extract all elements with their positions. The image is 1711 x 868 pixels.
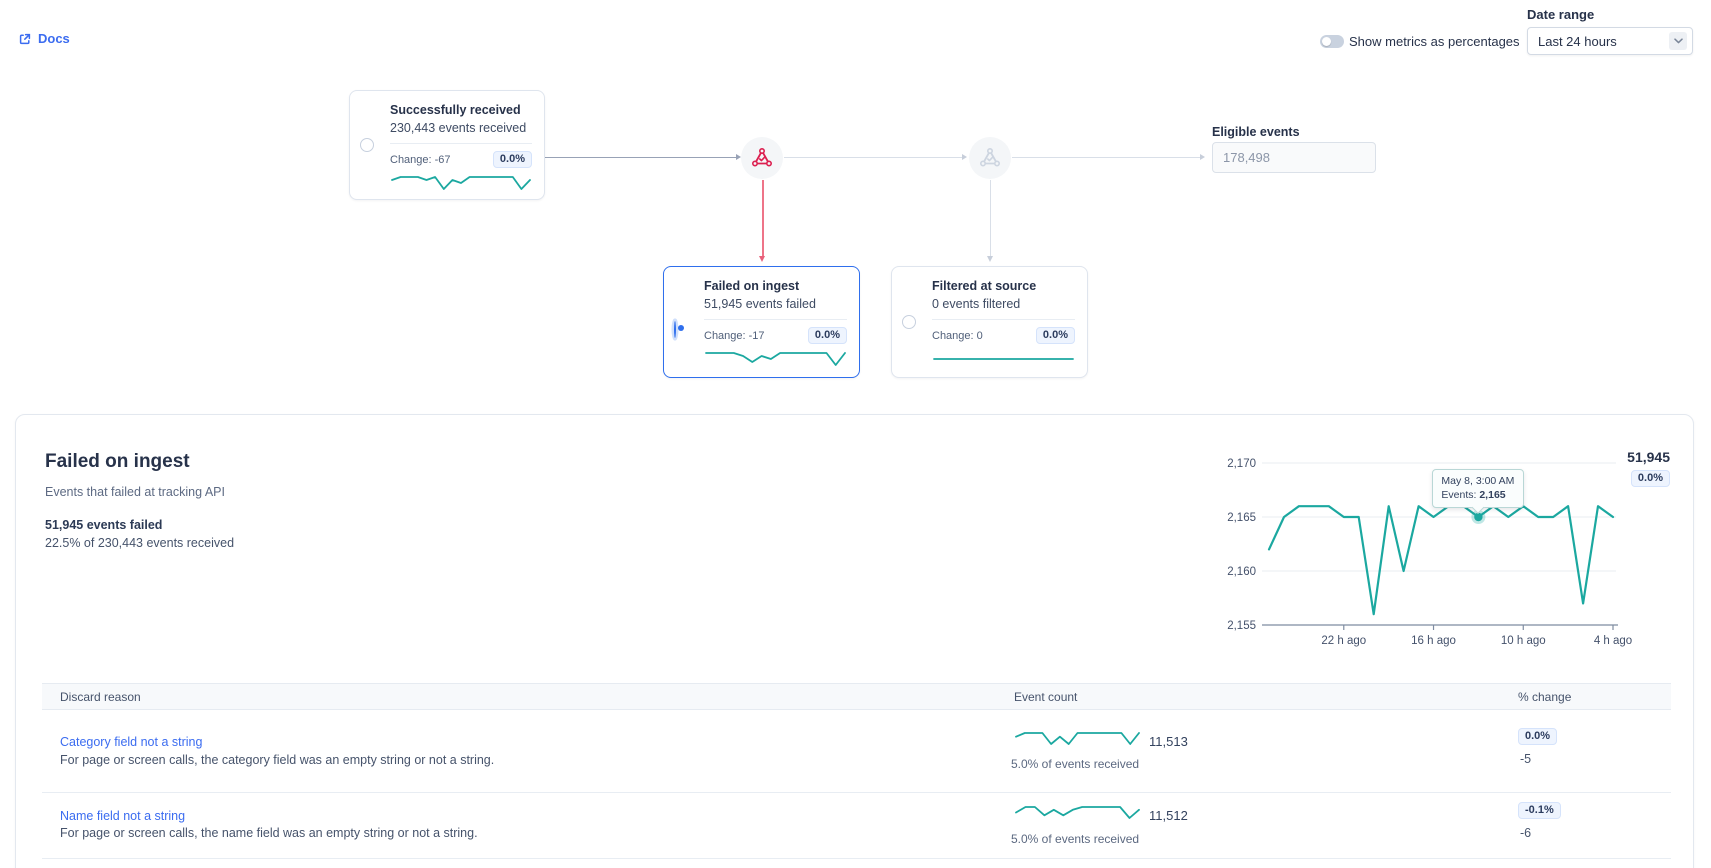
event-count-value: 11,512	[1149, 808, 1188, 823]
discard-reason-description: For page or screen calls, the category f…	[60, 753, 494, 767]
eligible-events-label: Eligible events	[1212, 125, 1300, 139]
connector-filter-to-eligible	[1012, 157, 1200, 158]
change-label: Change: -17	[704, 330, 765, 342]
date-range-value: Last 24 hours	[1538, 34, 1617, 49]
arrowhead-right-icon	[1200, 154, 1205, 160]
percent-change-badge: 0.0%	[1518, 728, 1557, 745]
toggle-knob	[1322, 37, 1331, 46]
table-header: Discard reason Event count % change	[42, 683, 1671, 710]
column-percent-change: % change	[1518, 684, 1571, 710]
toggle-label: Show metrics as percentages	[1349, 34, 1520, 49]
arrowhead-down-icon	[759, 256, 765, 262]
card-title: Successfully received	[390, 103, 532, 117]
tooltip-date: May 8, 3:00 AM	[1441, 474, 1523, 488]
flow-card-filtered[interactable]: Filtered at source 0 events filtered Cha…	[891, 266, 1088, 378]
event-count-percent: 5.0% of events received	[1011, 757, 1139, 771]
connector-received-to-ingest	[545, 157, 736, 158]
connector-ingest-to-filter	[784, 157, 962, 158]
svg-text:16 h ago: 16 h ago	[1411, 635, 1456, 647]
connector-ingest-to-failed	[762, 180, 764, 256]
svg-text:2,160: 2,160	[1227, 566, 1256, 578]
date-range-select[interactable]: Last 24 hours	[1527, 27, 1693, 55]
ingest-validation-node	[741, 137, 783, 179]
events-failed-stat: 51,945 events failed	[45, 518, 162, 532]
divider	[932, 319, 1075, 320]
column-discard-reason: Discard reason	[60, 684, 141, 710]
change-label: Change: 0	[932, 330, 983, 342]
card-title: Filtered at source	[932, 279, 1075, 293]
change-badge: 0.0%	[808, 327, 847, 344]
card-subtitle: 230,443 events received	[390, 121, 532, 135]
line-chart-canvas: 2,155 2,160 2,165 2,170 22 h ago 16 h ago 10 h…	[1156, 441, 1701, 656]
flow-card-received[interactable]: Successfully received 230,443 events rec…	[349, 90, 545, 200]
source-filter-node	[969, 137, 1011, 179]
events-chart[interactable]: 2,155 2,160 2,165 2,170 22 h ago 16 h ago 10 h…	[1156, 441, 1701, 656]
table-row: Category field not a string For page or …	[42, 709, 1671, 793]
divider	[704, 319, 847, 320]
percent-change-badge: -0.1%	[1518, 802, 1561, 819]
flow-card-failed[interactable]: Failed on ingest 51,945 events failed Ch…	[663, 266, 860, 378]
change-value: -6	[1520, 826, 1531, 840]
chart-tooltip: May 8, 3:00 AM Events: 2,165	[1432, 469, 1524, 508]
external-link-icon	[18, 32, 32, 46]
svg-text:10 h ago: 10 h ago	[1501, 635, 1546, 647]
card-title: Failed on ingest	[704, 279, 847, 293]
change-badge: 0.0%	[493, 151, 532, 168]
arrowhead-down-icon	[987, 256, 993, 262]
table-row: Name field not a string For page or scre…	[42, 793, 1671, 859]
radio-filtered[interactable]	[902, 315, 916, 329]
discard-reason-description: For page or screen calls, the name field…	[60, 826, 478, 840]
sparkline	[390, 174, 532, 192]
docs-link-label: Docs	[38, 31, 70, 46]
sparkline	[704, 350, 847, 368]
chart-total-value: 51,945	[1627, 449, 1670, 465]
card-subtitle: 51,945 events failed	[704, 297, 847, 311]
panel-subtitle: Events that failed at tracking API	[45, 485, 225, 499]
connector-filter-to-filtered	[990, 180, 991, 256]
svg-text:2,155: 2,155	[1227, 620, 1256, 632]
change-label: Change: -67	[390, 154, 451, 166]
ingest-check-icon	[750, 146, 774, 170]
events-failed-percent-stat: 22.5% of 230,443 events received	[45, 536, 234, 550]
tooltip-value: 2,165	[1479, 489, 1505, 501]
arrowhead-right-icon	[962, 154, 967, 160]
panel-title: Failed on ingest	[45, 451, 190, 473]
svg-text:4 h ago: 4 h ago	[1594, 635, 1632, 647]
change-badge: 0.0%	[1036, 327, 1075, 344]
chart-total-badge: 0.0%	[1631, 470, 1670, 487]
radio-received[interactable]	[360, 138, 374, 152]
sparkline	[1014, 804, 1141, 821]
event-count-value: 11,513	[1149, 734, 1188, 749]
sparkline	[1014, 730, 1141, 747]
sparkline	[932, 350, 1075, 368]
docs-link[interactable]: Docs	[18, 31, 70, 46]
failed-on-ingest-panel: Failed on ingest Events that failed at t…	[15, 414, 1694, 868]
chevron-down-icon	[1669, 32, 1687, 50]
card-subtitle: 0 events filtered	[932, 297, 1075, 311]
date-range-label: Date range	[1527, 7, 1594, 22]
change-value: -5	[1520, 752, 1531, 766]
svg-text:22 h ago: 22 h ago	[1321, 635, 1366, 647]
event-count-percent: 5.0% of events received	[1011, 832, 1139, 846]
source-filter-icon	[978, 146, 1002, 170]
svg-text:2,165: 2,165	[1227, 512, 1256, 524]
show-percentages-toggle[interactable]	[1320, 35, 1344, 48]
radio-failed[interactable]	[674, 321, 676, 338]
svg-text:2,170: 2,170	[1227, 458, 1256, 470]
discard-reason-link[interactable]: Category field not a string	[60, 735, 202, 749]
discard-reason-link[interactable]: Name field not a string	[60, 809, 185, 823]
tooltip-label: Events:	[1441, 489, 1476, 501]
divider	[390, 143, 532, 144]
eligible-events-input[interactable]	[1212, 142, 1376, 173]
column-event-count: Event count	[1014, 684, 1077, 710]
